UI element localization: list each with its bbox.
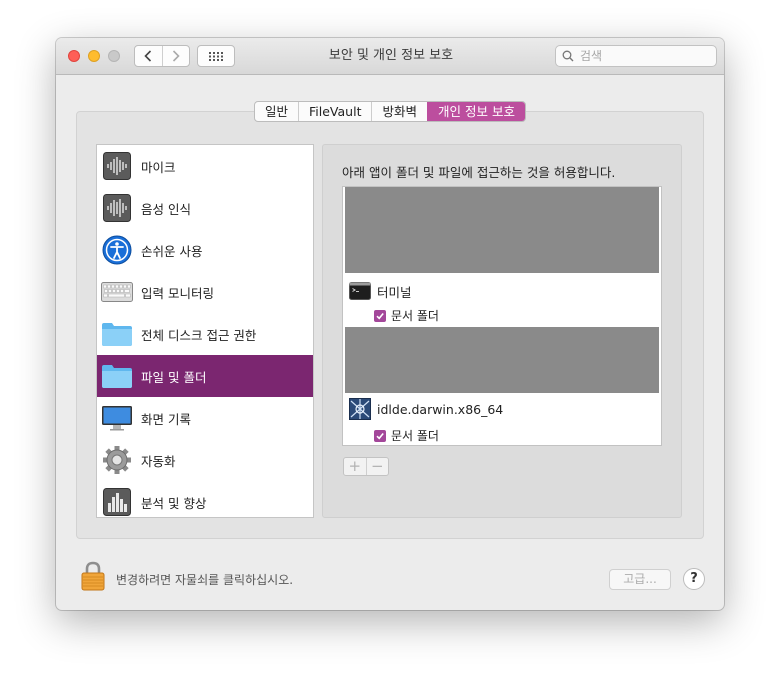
sidebar-item-full-disk-access[interactable]: 전체 디스크 접근 권한 <box>97 313 313 355</box>
speech-recognition-icon <box>101 192 133 224</box>
sidebar-item-files-and-folders[interactable]: 파일 및 폴더 <box>97 355 313 397</box>
redacted-area <box>345 327 659 393</box>
search-field[interactable] <box>555 45 717 67</box>
navigation-buttons <box>134 45 190 67</box>
add-app-button[interactable]: + <box>344 458 366 475</box>
search-icon <box>562 50 574 62</box>
tab-bar: 일반 FileVault 방화벽 개인 정보 보호 <box>254 101 526 122</box>
sidebar-item-label: 음성 인식 <box>141 201 191 217</box>
sidebar-item-label: 입력 모니터링 <box>141 285 214 301</box>
sidebar-item-speech-recognition[interactable]: 음성 인식 <box>97 187 313 229</box>
sidebar-item-accessibility[interactable]: 손쉬운 사용 <box>97 229 313 271</box>
close-window-button[interactable] <box>68 50 80 62</box>
minimize-window-button[interactable] <box>88 50 100 62</box>
tab-firewall[interactable]: 방화벽 <box>371 102 427 121</box>
app-name: idlde.darwin.x86_64 <box>377 401 504 417</box>
privacy-category-list: 마이크 음성 인식 손쉬운 사용 입력 모니터링 전체 디스크 접근 권한 파일… <box>96 144 314 518</box>
lock-message: 변경하려면 자물쇠를 클릭하십시오. <box>116 573 294 587</box>
sidebar-item-input-monitoring[interactable]: 입력 모니터링 <box>97 271 313 313</box>
sidebar-item-label: 마이크 <box>141 159 176 175</box>
accessibility-icon <box>101 234 133 266</box>
tab-general[interactable]: 일반 <box>255 102 298 121</box>
app-row-terminal[interactable]: 터미널 <box>349 280 412 302</box>
sidebar-item-label: 자동화 <box>141 453 176 469</box>
remove-app-button[interactable]: − <box>365 458 389 475</box>
checkbox-checked-icon[interactable] <box>374 309 386 322</box>
sidebar-item-analytics[interactable]: 분석 및 향상 <box>97 481 313 517</box>
sidebar-item-label: 화면 기록 <box>141 411 191 427</box>
checkbox-checked-icon[interactable] <box>374 429 386 442</box>
folder-icon <box>101 360 133 392</box>
chevron-right-icon <box>172 50 180 62</box>
chevron-left-icon <box>144 50 152 62</box>
show-all-button[interactable] <box>197 45 235 67</box>
app-row-idle[interactable]: idlde.darwin.x86_64 <box>349 398 503 420</box>
search-input[interactable] <box>578 48 712 64</box>
gear-icon <box>101 444 133 476</box>
terminal-icon <box>349 282 371 300</box>
add-remove-buttons: + − <box>343 457 389 476</box>
bar-chart-icon <box>101 486 133 517</box>
permission-row-idle-documents[interactable]: 문서 폴더 <box>374 427 439 444</box>
titlebar: 보안 및 개인 정보 보호 <box>56 38 724 75</box>
folder-icon <box>101 318 133 350</box>
tab-privacy[interactable]: 개인 정보 보호 <box>427 102 525 121</box>
advanced-button[interactable]: 고급... <box>609 569 671 590</box>
sidebar-item-label: 전체 디스크 접근 권한 <box>141 327 257 343</box>
sidebar-item-label: 손쉬운 사용 <box>141 243 203 259</box>
sidebar-item-label: 분석 및 향상 <box>141 495 207 511</box>
display-icon <box>101 402 133 434</box>
zoom-window-button[interactable] <box>108 50 120 62</box>
idle-app-icon <box>349 398 371 420</box>
redacted-area <box>345 187 659 273</box>
back-button[interactable] <box>135 46 162 66</box>
grid-icon <box>209 51 223 61</box>
keyboard-icon <box>101 276 133 308</box>
app-permission-list[interactable]: 터미널 문서 폴더 idlde.darwin.x86_64 문서 폴더 <box>342 186 662 446</box>
permission-description: 아래 앱이 폴더 및 파일에 접근하는 것을 허용합니다. <box>342 165 616 180</box>
sidebar-item-microphone[interactable]: 마이크 <box>97 145 313 187</box>
permission-label: 문서 폴더 <box>391 429 439 443</box>
app-name: 터미널 <box>377 284 412 300</box>
lock-icon[interactable] <box>80 561 106 591</box>
forward-button[interactable] <box>161 46 190 66</box>
help-button[interactable]: ? <box>683 568 705 590</box>
permission-row-terminal-documents[interactable]: 문서 폴더 <box>374 307 439 324</box>
tab-filevault[interactable]: FileVault <box>298 102 371 121</box>
permission-label: 문서 폴더 <box>391 309 439 323</box>
sidebar-item-screen-recording[interactable]: 화면 기록 <box>97 397 313 439</box>
preferences-window: 보안 및 개인 정보 보호 일반 FileVault 방화벽 개인 정보 보호 … <box>56 38 724 610</box>
window-title: 보안 및 개인 정보 보호 <box>328 48 454 63</box>
microphone-icon <box>101 150 133 182</box>
sidebar-item-label: 파일 및 폴더 <box>141 369 207 385</box>
sidebar-item-automation[interactable]: 자동화 <box>97 439 313 481</box>
